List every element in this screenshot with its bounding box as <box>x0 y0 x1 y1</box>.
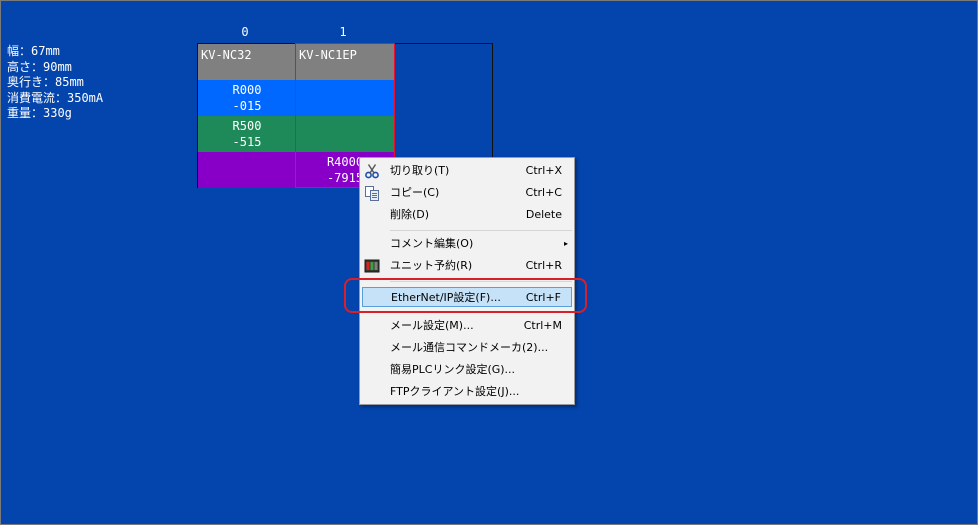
menu-item-cut[interactable]: 切り取り(T) Ctrl+X <box>362 161 572 181</box>
highlight-annotation <box>344 278 587 313</box>
scissors-icon <box>365 164 379 179</box>
copy-icon <box>365 186 379 201</box>
range-start: R000 <box>232 83 262 97</box>
menu-item-copy[interactable]: コピー(C) Ctrl+C <box>362 183 572 203</box>
menu-label: 簡易PLCリンク設定(G)... <box>390 363 516 376</box>
spec-height: 高さ：90mm <box>7 59 72 74</box>
menu-shortcut: Ctrl+R <box>525 259 562 272</box>
menu-item-mail-command-maker[interactable]: メール通信コマンドメーカ(2)... <box>362 338 572 358</box>
range-end: -515 <box>232 135 262 149</box>
menu-label: 削除(D) <box>390 208 430 221</box>
device-range-r000[interactable]: R000 -015 <box>198 80 296 116</box>
menu-shortcut: Delete <box>525 208 562 221</box>
unit-reserve-icon <box>364 259 380 273</box>
device-range-r500[interactable]: R500 -515 <box>198 116 296 152</box>
submenu-arrow-icon: ▸ <box>563 239 568 248</box>
menu-item-unit-reserve[interactable]: ユニット予約(R) Ctrl+R <box>362 256 572 276</box>
menu-label: コピー(C) <box>390 186 440 199</box>
slot-number-0: 0 <box>241 25 249 39</box>
menu-item-mail-settings[interactable]: メール設定(M)... Ctrl+M <box>362 316 572 336</box>
spec-depth: 奥行き：85mm <box>7 75 84 89</box>
menu-item-delete[interactable]: 削除(D) Delete <box>362 205 572 225</box>
menu-label: FTPクライアント設定(J)... <box>390 385 520 398</box>
menu-item-edit-comment[interactable]: コメント編集(O) ▸ <box>362 234 572 254</box>
spec-width: 幅：67mm <box>7 44 60 58</box>
unit-kv-nc32[interactable]: KV-NC32 <box>198 44 296 80</box>
range-start: R500 <box>232 119 262 133</box>
menu-label: メール通信コマンドメーカ(2)... <box>390 341 549 354</box>
spec-current: 消費電流：350mA <box>7 90 104 105</box>
menu-separator <box>390 230 572 231</box>
menu-label: ユニット予約(R) <box>390 259 473 272</box>
slot-number-1: 1 <box>339 25 347 39</box>
menu-item-ftp-client[interactable]: FTPクライアント設定(J)... <box>362 382 572 402</box>
menu-item-simple-plc-link[interactable]: 簡易PLCリンク設定(G)... <box>362 360 572 380</box>
unit-specs: 幅：67mm 高さ：90mm 奥行き：85mm 消費電流：350mA 重量：33… <box>7 44 103 122</box>
range-end: -015 <box>232 99 262 113</box>
menu-label: コメント編集(O) <box>390 237 474 250</box>
device-range-empty[interactable] <box>198 152 296 188</box>
menu-label: 切り取り(T) <box>390 164 450 177</box>
spec-weight: 重量：330g <box>7 106 72 120</box>
menu-shortcut: Ctrl+C <box>525 186 562 199</box>
menu-shortcut: Ctrl+X <box>525 164 562 177</box>
menu-label: メール設定(M)... <box>390 319 474 332</box>
menu-shortcut: Ctrl+M <box>523 319 562 332</box>
